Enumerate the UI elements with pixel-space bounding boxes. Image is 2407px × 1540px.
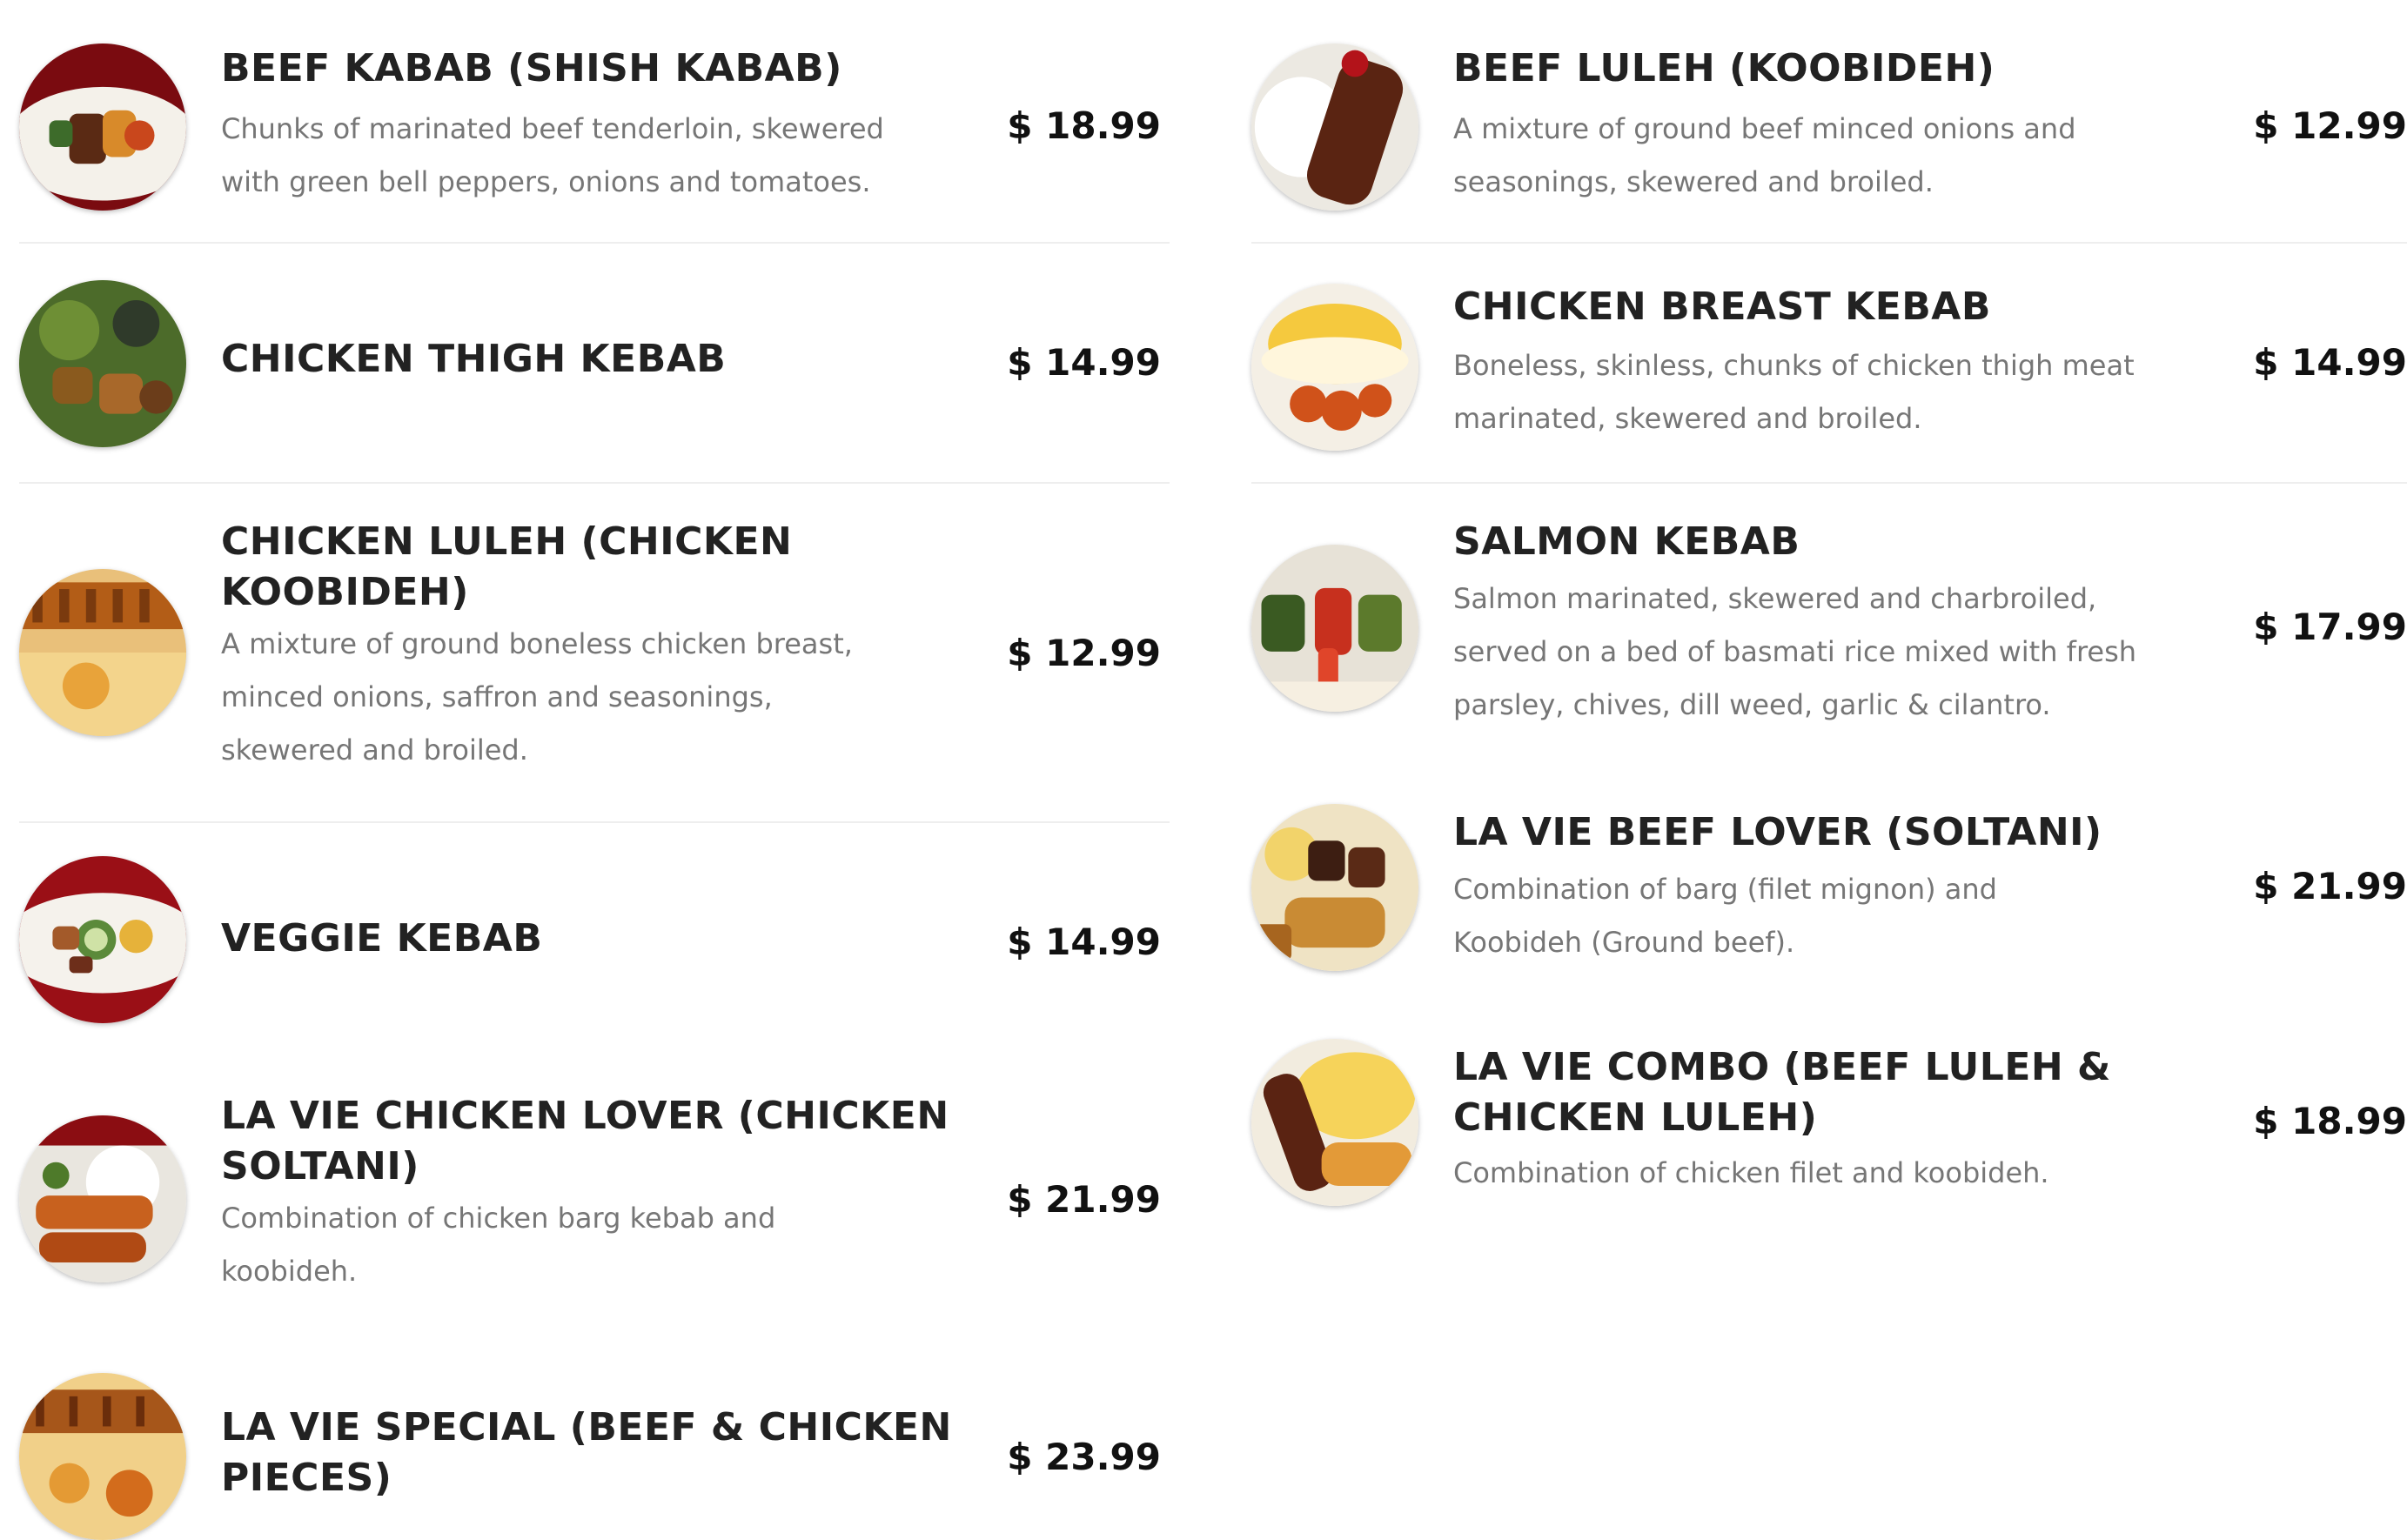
item-description-line: Combination of chicken barg kebab and	[221, 1202, 776, 1235]
menu-item[interactable]: LA VIE SPECIAL (BEEF & CHICKEN PIECES) $…	[19, 1319, 1170, 1540]
item-price: $ 12.99	[1007, 632, 1161, 674]
item-description-line: Combination of chicken filet and koobide…	[1453, 1156, 2049, 1189]
beef-kabab-photo[interactable]	[19, 44, 186, 211]
item-description: Combination of chicken filet and koobide…	[1453, 1147, 2049, 1200]
item-description: Boneless, skinless, chunks of chicken th…	[1453, 339, 2135, 445]
beef-lover-photo[interactable]	[1251, 804, 1418, 971]
chicken-thigh-kebab-photo[interactable]	[19, 280, 186, 447]
item-name: LA VIE SPECIAL (BEEF & CHICKEN PIECES)	[221, 1405, 952, 1500]
item-description: Chunks of marinated beef tenderloin, ske…	[221, 103, 884, 209]
la-vie-special-photo[interactable]	[19, 1373, 186, 1540]
item-name: CHICKEN LULEH (CHICKEN KOOBIDEH)	[221, 519, 793, 614]
item-price: $ 12.99	[2253, 104, 2407, 147]
menu-item[interactable]: SALMON KEBAB Salmon marinated, skewered …	[1251, 484, 2407, 792]
item-description-line: A mixture of ground beef minced onions a…	[1453, 112, 2076, 145]
item-name: VEGGIE KEBAB	[221, 916, 543, 961]
item-description: Salmon marinated, skewered and charbroil…	[1453, 572, 2136, 732]
item-description-line: marinated, skewered and broiled.	[1453, 402, 1922, 435]
chicken-lover-photo[interactable]	[19, 1115, 186, 1282]
item-price: $ 17.99	[2253, 606, 2407, 648]
item-price: $ 14.99	[1007, 341, 1161, 384]
menu-item[interactable]: BEEF KABAB (SHISH KABAB) Chunks of marin…	[19, 0, 1170, 244]
item-name: BEEF KABAB (SHISH KABAB)	[221, 46, 842, 90]
veggie-kebab-photo[interactable]	[19, 856, 186, 1023]
item-description-line: served on a bed of basmati rice mixed wi…	[1453, 635, 2137, 668]
item-description-line: Combination of barg (filet mignon) and	[1453, 873, 1997, 906]
item-description-line: A mixture of ground boneless chicken bre…	[221, 627, 853, 660]
item-price: $ 21.99	[1007, 1178, 1161, 1221]
item-description-line: Salmon marinated, skewered and charbroil…	[1453, 582, 2097, 615]
item-name: CHICKEN BREAST KEBAB	[1453, 285, 1991, 329]
item-description-line: Koobideh (Ground beef).	[1453, 926, 1795, 959]
item-name: LA VIE COMBO (BEEF LULEH & CHICKEN LULEH…	[1453, 1045, 2111, 1140]
menu-item[interactable]: LA VIE BEEF LOVER (SOLTANI) Combination …	[1251, 792, 2407, 1027]
item-description-line: with green bell peppers, onions and toma…	[221, 165, 871, 198]
item-name: LA VIE BEEF LOVER (SOLTANI)	[1453, 810, 2102, 854]
item-price: $ 18.99	[2253, 1100, 2407, 1142]
menu-item[interactable]: VEGGIE KEBAB $ 14.99	[19, 823, 1170, 1049]
item-name: BEEF LULEH (KOOBIDEH)	[1453, 46, 1995, 90]
chicken-luleh-photo[interactable]	[19, 569, 186, 736]
beef-luleh-photo[interactable]	[1251, 44, 1418, 211]
item-price: $ 14.99	[2253, 341, 2407, 384]
menu-item[interactable]: LA VIE COMBO (BEEF LULEH & CHICKEN LULEH…	[1251, 1027, 2407, 1253]
item-description-line: koobideh.	[221, 1255, 358, 1288]
item-name: CHICKEN THIGH KEBAB	[221, 337, 727, 381]
item-description: Combination of barg (filet mignon) and K…	[1453, 863, 1997, 969]
item-price: $ 21.99	[2253, 865, 2407, 907]
la-vie-combo-photo[interactable]	[1251, 1039, 1418, 1206]
item-name: LA VIE CHICKEN LOVER (CHICKEN SOLTANI)	[221, 1094, 949, 1188]
salmon-kebab-photo[interactable]	[1251, 545, 1418, 712]
item-description-line: parsley, chives, dill weed, garlic & cil…	[1453, 688, 2051, 721]
menu-item[interactable]: BEEF LULEH (KOOBIDEH) A mixture of groun…	[1251, 0, 2407, 244]
item-price: $ 18.99	[1007, 104, 1161, 147]
menu-item[interactable]: CHICKEN LULEH (CHICKEN KOOBIDEH) A mixtu…	[19, 484, 1170, 823]
item-description: Combination of chicken barg kebab and ko…	[221, 1192, 775, 1298]
item-price: $ 14.99	[1007, 921, 1161, 963]
item-description-line: Boneless, skinless, chunks of chicken th…	[1453, 349, 2135, 382]
item-description-line: seasonings, skewered and broiled.	[1453, 165, 1934, 198]
item-description-line: minced onions, saffron and seasonings,	[221, 680, 773, 713]
item-description-line: Chunks of marinated beef tenderloin, ske…	[221, 112, 884, 145]
item-description: A mixture of ground beef minced onions a…	[1453, 103, 2076, 209]
item-description: A mixture of ground boneless chicken bre…	[221, 618, 853, 777]
item-description-line: skewered and broiled.	[221, 733, 528, 767]
item-name: SALMON KEBAB	[1453, 519, 1800, 564]
menu-item[interactable]: LA VIE CHICKEN LOVER (CHICKEN SOLTANI) C…	[19, 1049, 1170, 1319]
item-price: $ 23.99	[1007, 1436, 1161, 1478]
menu-item[interactable]: CHICKEN BREAST KEBAB Boneless, skinless,…	[1251, 244, 2407, 484]
menu-item[interactable]: CHICKEN THIGH KEBAB $ 14.99	[19, 244, 1170, 484]
chicken-breast-kebab-photo[interactable]	[1251, 284, 1418, 451]
